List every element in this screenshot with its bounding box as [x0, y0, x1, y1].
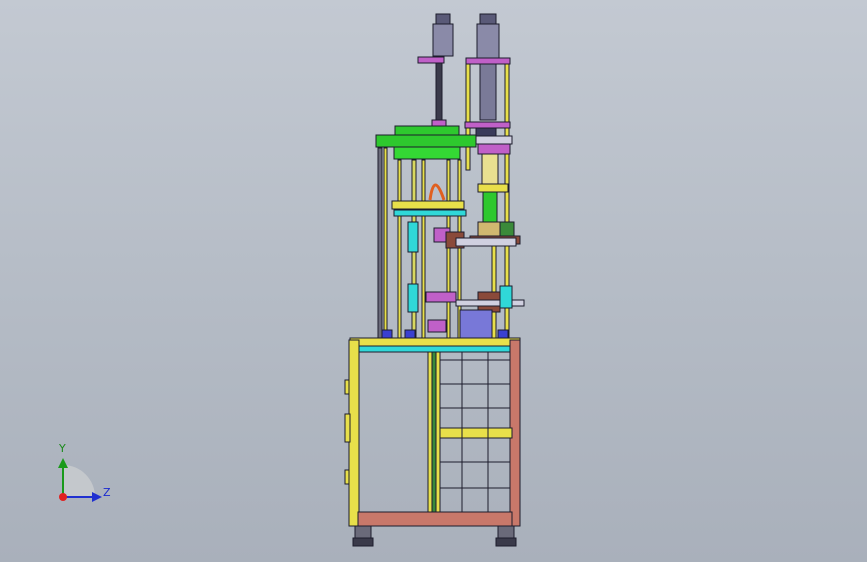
frame-base	[344, 339, 521, 527]
feet	[352, 525, 517, 547]
cad-viewport[interactable]: Y Z	[0, 0, 867, 562]
axis-label-y: Y	[59, 442, 66, 455]
right-upper-assembly	[469, 135, 521, 245]
green-top-plate	[375, 125, 477, 160]
right-cylinder	[464, 13, 511, 137]
left-cylinder	[417, 13, 454, 131]
axis-label-z: Z	[103, 486, 111, 499]
axis-triad	[58, 458, 102, 502]
machine-drawing[interactable]	[0, 0, 867, 562]
